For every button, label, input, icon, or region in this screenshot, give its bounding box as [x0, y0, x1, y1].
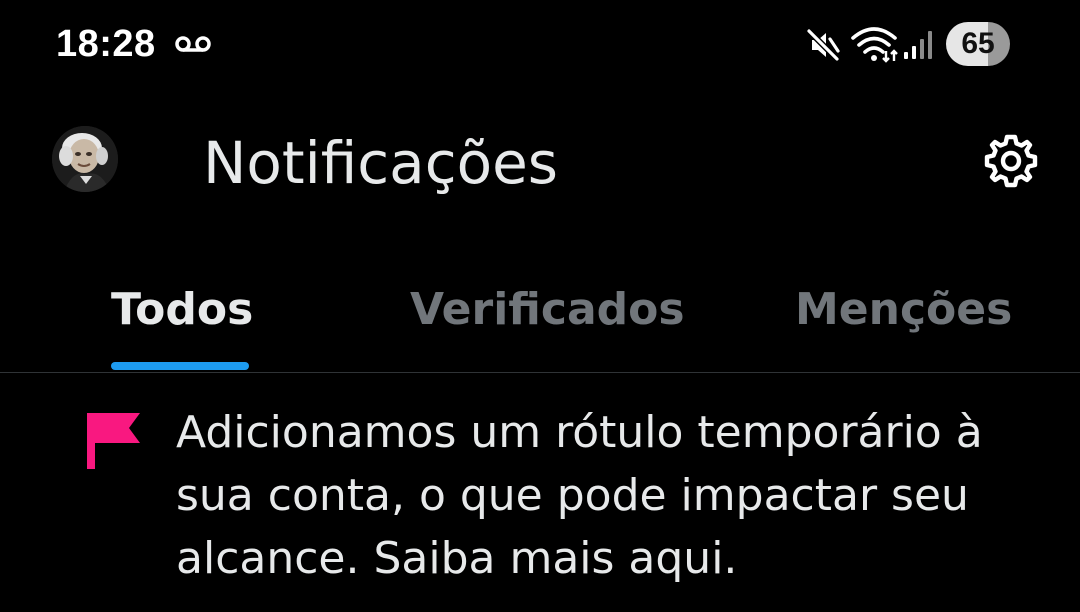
tab-bar: Todos Verificados Menções: [0, 270, 1080, 372]
account-label-notice[interactable]: Adicionamos um rótulo temporário à sua c…: [0, 373, 1080, 612]
tab-mencoes[interactable]: Menções: [795, 282, 1012, 338]
avatar-image: [52, 126, 118, 192]
tab-todos[interactable]: Todos: [111, 282, 253, 338]
tab-verificados[interactable]: Verificados: [410, 282, 685, 338]
signal-icon: [904, 31, 932, 59]
wifi-icon: [851, 27, 898, 63]
active-tab-indicator: [111, 362, 249, 370]
voicemail-icon: [175, 36, 211, 52]
avatar[interactable]: [52, 126, 118, 192]
gear-icon: [984, 134, 1038, 188]
notice-text: Adicionamos um rótulo temporário à sua c…: [176, 407, 983, 584]
settings-button[interactable]: [978, 128, 1044, 194]
status-bar: 18:28 65: [0, 0, 1080, 90]
header: Notificações: [0, 90, 1080, 250]
status-time: 18:28: [56, 23, 156, 65]
flag-icon: [87, 413, 140, 469]
mute-icon: [806, 28, 840, 62]
page-title: Notificações: [203, 129, 558, 197]
battery-badge: 65: [946, 22, 1010, 66]
